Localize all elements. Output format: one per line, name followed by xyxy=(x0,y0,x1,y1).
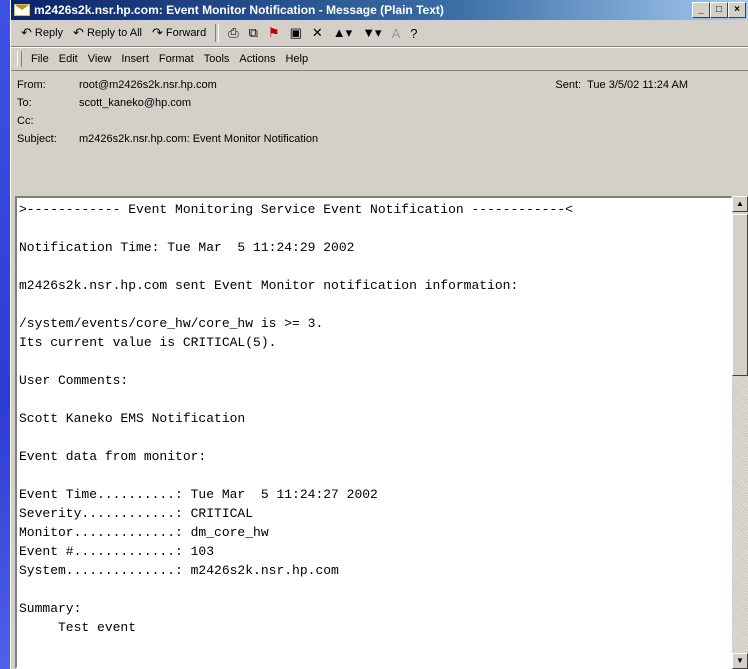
desktop-background xyxy=(0,0,10,669)
flag-button[interactable]: ⚑ xyxy=(264,22,284,44)
menu-insert[interactable]: Insert xyxy=(116,51,154,67)
reply-all-label: Reply to All xyxy=(86,27,142,39)
scroll-thumb[interactable] xyxy=(732,214,748,376)
menu-help[interactable]: Help xyxy=(280,51,313,67)
title-bar[interactable]: m2426s2k.nsr.hp.com: Event Monitor Notif… xyxy=(11,0,748,20)
subject-value[interactable]: m2426s2k.nsr.hp.com: Event Monitor Notif… xyxy=(79,133,318,145)
scroll-down-button[interactable]: ▼ xyxy=(732,653,748,669)
sent-label: Sent: xyxy=(555,79,582,91)
to-value[interactable]: scott_kaneko@hp.com xyxy=(79,97,191,109)
cc-row: Cc: xyxy=(17,112,742,130)
standard-toolbar: ↶ Reply ↶ Reply to All ↷ Forward ⎙ ⧉ ⚑ ▣… xyxy=(11,20,748,47)
to-row: To: scott_kaneko@hp.com xyxy=(17,94,742,112)
reply-label: Reply xyxy=(34,27,64,39)
menu-bar: File Edit View Insert Format Tools Actio… xyxy=(11,47,748,71)
window-title: m2426s2k.nsr.hp.com: Event Monitor Notif… xyxy=(34,3,444,17)
forward-label: Forward xyxy=(165,27,207,39)
message-window: m2426s2k.nsr.hp.com: Event Monitor Notif… xyxy=(10,0,748,669)
scroll-up-button[interactable]: ▲ xyxy=(732,196,748,212)
print-button[interactable]: ⎙ xyxy=(224,22,242,44)
help-button[interactable]: ? xyxy=(406,22,421,44)
previous-item-button[interactable]: ▲▾ xyxy=(329,22,356,44)
menu-grip xyxy=(17,51,22,67)
menu-format[interactable]: Format xyxy=(154,51,199,67)
from-label: From: xyxy=(17,79,46,91)
message-header: From: root@m2426s2k.nsr.hp.com To: scott… xyxy=(11,71,748,198)
copy-button[interactable]: ⧉ xyxy=(245,22,262,44)
print-icon: ⎙ xyxy=(228,25,239,40)
message-body-text[interactable]: >------------ Event Monitoring Service E… xyxy=(17,198,731,637)
minimize-button[interactable]: _ xyxy=(692,2,710,18)
maximize-button[interactable]: □ xyxy=(710,2,728,18)
menu-edit[interactable]: Edit xyxy=(54,51,83,67)
font-size-button[interactable]: A xyxy=(388,22,405,44)
copy-icon: ⧉ xyxy=(248,25,258,40)
menu-file[interactable]: File xyxy=(26,51,54,67)
forward-button[interactable]: ↷ Forward xyxy=(148,22,210,44)
move-to-folder-button[interactable]: ▣ xyxy=(286,22,306,44)
reply-all-button[interactable]: ↶ Reply to All xyxy=(69,22,146,44)
cc-label: Cc: xyxy=(17,115,34,127)
toolbar-separator xyxy=(215,24,220,42)
subject-row: Subject: m2426s2k.nsr.hp.com: Event Moni… xyxy=(17,130,742,148)
up-arrow-icon: ▲▾ xyxy=(332,25,353,40)
forward-icon: ↷ xyxy=(151,25,163,40)
down-arrow-icon: ▼▾ xyxy=(362,25,382,40)
menu-actions[interactable]: Actions xyxy=(234,51,280,67)
window-controls: _ □ × xyxy=(692,2,746,18)
menu-tools[interactable]: Tools xyxy=(199,51,235,67)
reply-icon: ↶ xyxy=(21,25,32,40)
sent-field: Sent: Tue 3/5/02 11:24 AM xyxy=(555,79,688,91)
message-body[interactable]: >------------ Event Monitoring Service E… xyxy=(15,196,733,669)
next-item-button[interactable]: ▼▾ xyxy=(358,22,385,44)
reply-button[interactable]: ↶ Reply xyxy=(17,22,67,44)
menu-view[interactable]: View xyxy=(83,51,117,67)
subject-label: Subject: xyxy=(17,133,57,145)
to-label: To: xyxy=(17,97,32,109)
vertical-scrollbar[interactable]: ▲ ▼ xyxy=(732,196,748,669)
flag-icon: ⚑ xyxy=(267,25,280,40)
mail-icon xyxy=(14,4,30,16)
font-icon: A xyxy=(391,25,401,41)
delete-icon: ✕ xyxy=(311,25,323,40)
reply-all-icon: ↶ xyxy=(73,25,84,40)
delete-button[interactable]: ✕ xyxy=(308,22,327,44)
help-icon: ? xyxy=(410,25,418,41)
close-button[interactable]: × xyxy=(728,2,746,18)
from-value[interactable]: root@m2426s2k.nsr.hp.com xyxy=(79,79,217,91)
sent-value: Tue 3/5/02 11:24 AM xyxy=(587,79,688,91)
folder-icon: ▣ xyxy=(289,25,302,40)
